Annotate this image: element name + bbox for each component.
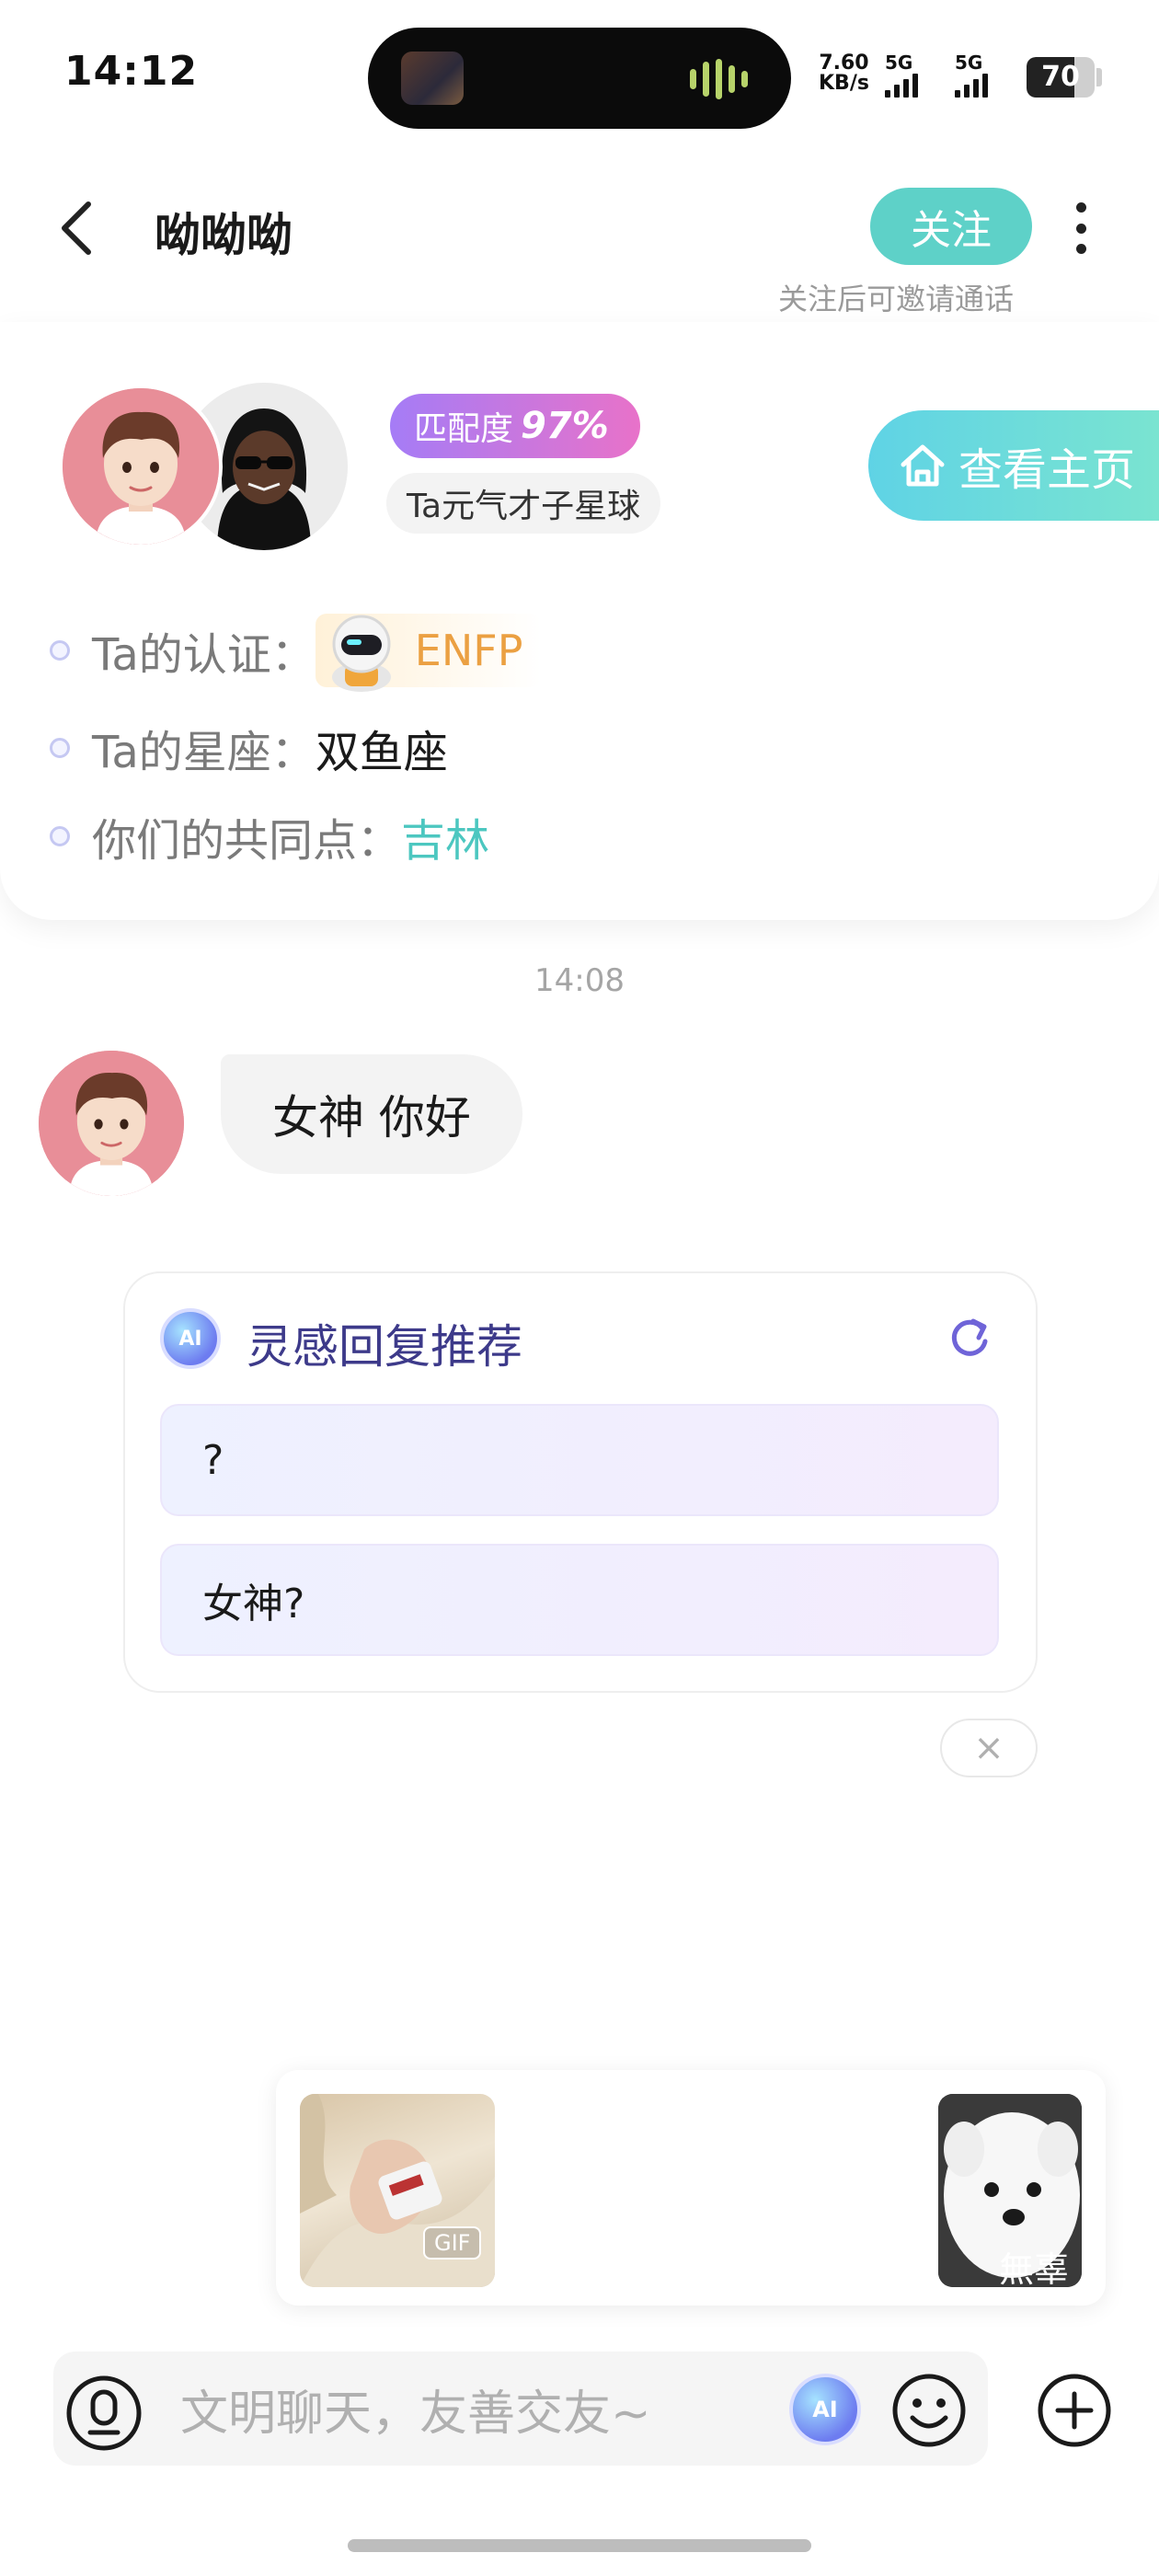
follow-hint: 关注后可邀请通话 — [778, 282, 1015, 316]
bullet-icon — [50, 640, 70, 661]
mbti-value: ENFP — [414, 626, 523, 675]
gif-badge: GIF — [423, 2226, 482, 2260]
match-value: 97% — [521, 405, 609, 447]
battery-icon: 70 — [1027, 57, 1095, 98]
suggestion-item[interactable]: 女神? — [160, 1544, 999, 1656]
partner-avatar[interactable] — [59, 385, 223, 548]
zodiac-value: 双鱼座 — [315, 727, 448, 778]
more-vertical-icon[interactable] — [1067, 199, 1095, 258]
mbti-badge[interactable]: ENFP — [315, 614, 542, 692]
plus-circle-icon[interactable] — [1036, 2372, 1113, 2449]
voice-icon[interactable] — [64, 2374, 143, 2453]
sim2-label: 5G — [955, 52, 983, 74]
inspiration-title: 灵感回复推荐 — [247, 1320, 522, 1374]
audio-wave-icon — [690, 59, 754, 99]
common-value[interactable]: 吉林 — [401, 804, 489, 868]
info-label: 你们的共同点： — [92, 815, 402, 867]
ai-logo-icon: AI — [160, 1308, 221, 1369]
close-icon[interactable]: × — [940, 1719, 1038, 1777]
info-row-zodiac: Ta的星座： 双鱼座 — [50, 716, 448, 780]
sticker-caption: 無辜 — [999, 2249, 1070, 2290]
match-label: 匹配度 — [414, 410, 514, 448]
message-input[interactable] — [180, 2377, 769, 2451]
suggestion-item[interactable]: ? — [160, 1404, 999, 1516]
refresh-icon[interactable] — [946, 1314, 993, 1362]
message-bubble[interactable]: 女神 你好 — [221, 1054, 522, 1174]
bullet-icon — [50, 826, 70, 846]
dynamic-island[interactable] — [368, 28, 791, 129]
smile-icon[interactable] — [890, 2372, 968, 2449]
sim1-label: 5G — [885, 52, 913, 74]
info-label: Ta的星座： — [92, 727, 316, 778]
now-playing-thumbnail — [401, 52, 464, 105]
follow-button[interactable]: 关注 — [870, 188, 1032, 265]
battery-cap — [1096, 68, 1102, 86]
info-label: Ta的认证： — [92, 629, 316, 681]
info-row-common: 你们的共同点： 吉林 — [50, 804, 489, 868]
chat-partner-name: 呦呦呦 — [155, 209, 293, 262]
home-indicator[interactable] — [348, 2539, 811, 2552]
match-badge: 匹配度 97% — [390, 394, 640, 458]
partner-avatar-small[interactable] — [39, 1051, 184, 1196]
signal-icon-sim2: 5G — [955, 53, 988, 98]
back-icon[interactable] — [53, 199, 99, 258]
status-time: 14:12 — [64, 48, 199, 95]
astronaut-icon — [331, 615, 391, 692]
view-homepage-button[interactable]: 查看主页 — [868, 410, 1159, 521]
ai-assist-button[interactable]: AI — [789, 2374, 861, 2445]
battery-level: 70 — [1041, 61, 1080, 93]
info-row-certification: Ta的认证： ENFP — [50, 614, 542, 692]
bullet-icon — [50, 738, 70, 758]
network-speed-unit: KB/s — [819, 72, 869, 95]
house-icon — [901, 444, 945, 487]
network-speed-value: 7.60 — [819, 52, 869, 75]
view-homepage-label: 查看主页 — [958, 444, 1136, 496]
network-speed: 7.60 KB/s — [819, 53, 869, 94]
planet-tag: Ta元气才子星球 — [386, 473, 661, 534]
message-timestamp: 14:08 — [534, 962, 625, 999]
signal-icon-sim1: 5G — [885, 53, 918, 98]
